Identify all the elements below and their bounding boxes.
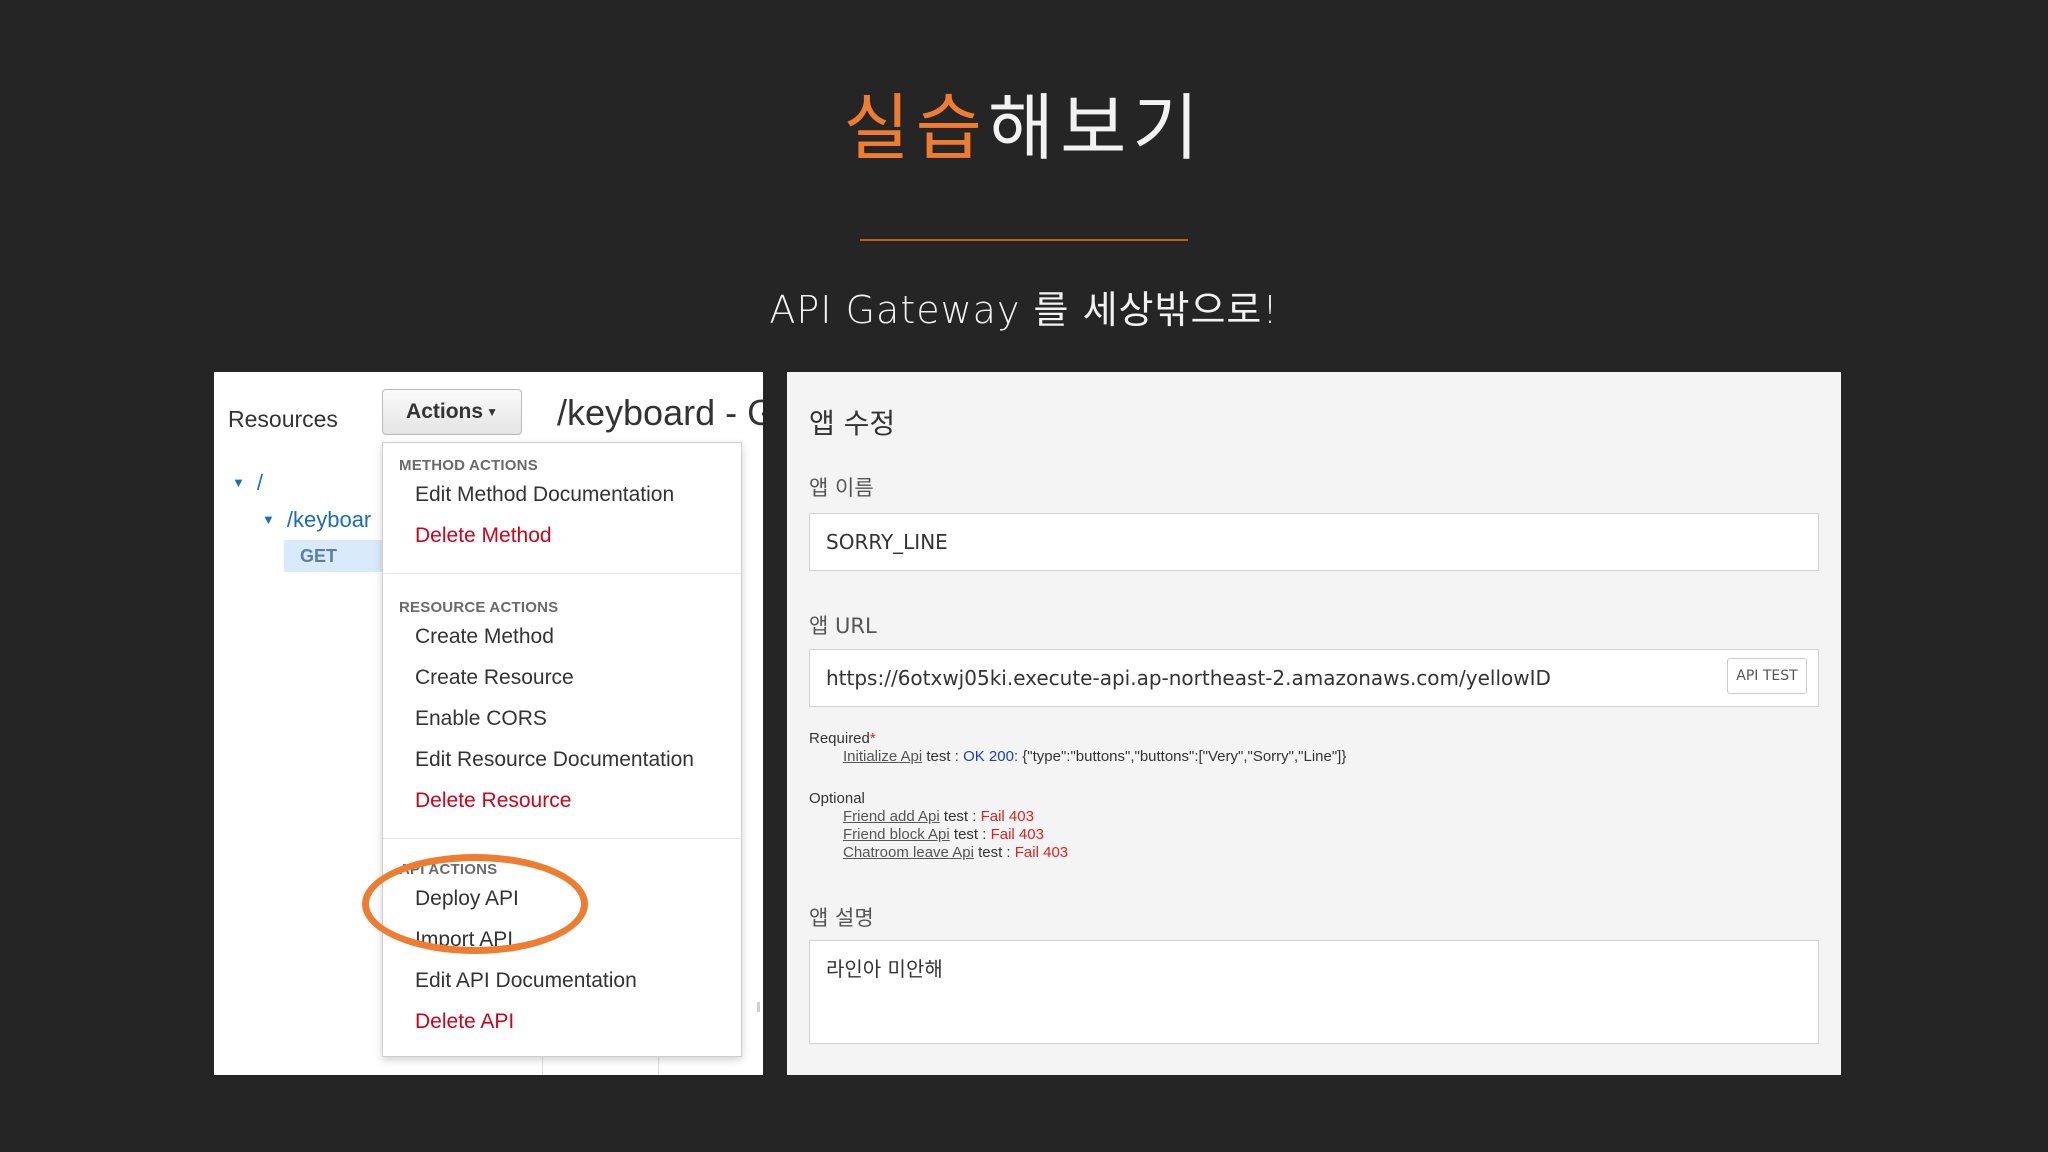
api-test-link[interactable]: Friend add Api bbox=[843, 808, 940, 825]
app-url-label: 앱 URL bbox=[809, 614, 877, 638]
test-status-ok: OK 200: bbox=[963, 748, 1019, 765]
app-name-label: 앱 이름 bbox=[809, 476, 874, 500]
menu-item-create-method[interactable]: Create Method bbox=[415, 625, 554, 649]
menu-item-edit-method-documentation[interactable]: Edit Method Documentation bbox=[415, 483, 674, 507]
api-test-link[interactable]: Initialize Api bbox=[843, 748, 922, 765]
api-test-link[interactable]: Chatroom leave Api bbox=[843, 844, 974, 861]
optional-test-row: Chatroom leave Api test : Fail 403 bbox=[843, 844, 1068, 861]
menu-header-method-actions: METHOD ACTIONS bbox=[399, 457, 538, 474]
slide-title-rest: 해보기 bbox=[987, 86, 1205, 170]
api-test-button[interactable]: API TEST bbox=[1727, 658, 1807, 694]
optional-test-row: Friend add Api test : Fail 403 bbox=[843, 808, 1034, 825]
menu-item-create-resource[interactable]: Create Resource bbox=[415, 666, 574, 690]
test-status-fail: Fail 403 bbox=[1014, 844, 1069, 861]
menu-separator bbox=[383, 573, 741, 574]
app-name-input[interactable]: SORRY_LINE bbox=[809, 513, 1819, 571]
caret-down-icon: ▼ bbox=[486, 405, 498, 419]
slide-title: 실습해보기 bbox=[0, 78, 2048, 178]
resource-heading: /keyboard - G bbox=[557, 392, 763, 433]
menu-item-enable-cors[interactable]: Enable CORS bbox=[415, 707, 547, 731]
test-status-fail: Fail 403 bbox=[980, 808, 1034, 825]
slide-subtitle: API Gateway 를 세상밖으로! bbox=[769, 288, 1279, 332]
tree-item-root[interactable]: ▼ / bbox=[232, 470, 263, 496]
api-test-link[interactable]: Friend block Api bbox=[843, 826, 950, 843]
api-gateway-screenshot: Resources Actions ▼ /keyboard - G ▼ / ▼/ke… bbox=[214, 372, 763, 1075]
test-response-detail: {"type":"buttons","buttons":["Very","Sor… bbox=[1018, 748, 1347, 765]
optional-test-row: Friend block Api test : Fail 403 bbox=[843, 826, 1044, 843]
tree-root-label: / bbox=[256, 470, 263, 495]
app-description-textarea[interactable]: 라인아 미안해 bbox=[809, 940, 1819, 1044]
test-label: test : bbox=[922, 748, 964, 765]
expand-triangle-icon: ▼ bbox=[262, 512, 275, 527]
optional-label: Optional bbox=[809, 790, 865, 807]
actions-button[interactable]: Actions ▼ bbox=[382, 389, 522, 435]
required-star: * bbox=[869, 730, 876, 747]
title-divider bbox=[860, 239, 1188, 241]
menu-separator bbox=[383, 838, 741, 839]
required-label-text: Required bbox=[809, 730, 870, 747]
app-edit-form-screenshot: 앱 수정 앱 이름 SORRY_LINE 앱 URL https://6otxw… bbox=[787, 372, 1841, 1075]
form-title: 앱 수정 bbox=[809, 407, 896, 440]
test-label: test : bbox=[939, 808, 981, 825]
menu-header-resource-actions: RESOURCE ACTIONS bbox=[399, 599, 559, 616]
menu-item-delete-api[interactable]: Delete API bbox=[415, 1010, 514, 1034]
app-url-input[interactable]: https://6otxwj05ki.execute-api.ap-northe… bbox=[809, 649, 1819, 707]
slide-title-accent: 실습 bbox=[843, 86, 988, 170]
tree-item-keyboard[interactable]: ▼ /keyboar bbox=[262, 507, 371, 533]
actions-button-label: Actions bbox=[406, 400, 484, 423]
menu-item-delete-method[interactable]: Delete Method bbox=[415, 524, 552, 548]
expand-triangle-icon: ▼ bbox=[232, 475, 245, 490]
actions-dropdown-menu: METHOD ACTIONS Edit Method Documentation… bbox=[382, 442, 742, 1057]
panel-resize-handle[interactable] bbox=[757, 1002, 760, 1012]
menu-item-edit-resource-documentation[interactable]: Edit Resource Documentation bbox=[415, 748, 694, 772]
tree-child-label: /keyboar bbox=[286, 507, 372, 532]
resources-label: Resources bbox=[228, 406, 338, 432]
app-description-label: 앱 설명 bbox=[809, 906, 874, 930]
menu-item-delete-resource[interactable]: Delete Resource bbox=[415, 789, 571, 813]
test-status-fail: Fail 403 bbox=[990, 826, 1044, 843]
test-label: test : bbox=[949, 826, 991, 843]
test-label: test : bbox=[973, 844, 1015, 861]
required-label: Required* bbox=[809, 730, 876, 747]
required-test-row: Initialize Api test : OK 200: {"type":"b… bbox=[843, 748, 1346, 765]
menu-item-edit-api-documentation[interactable]: Edit API Documentation bbox=[415, 969, 637, 993]
deploy-api-highlight-circle bbox=[362, 854, 588, 954]
